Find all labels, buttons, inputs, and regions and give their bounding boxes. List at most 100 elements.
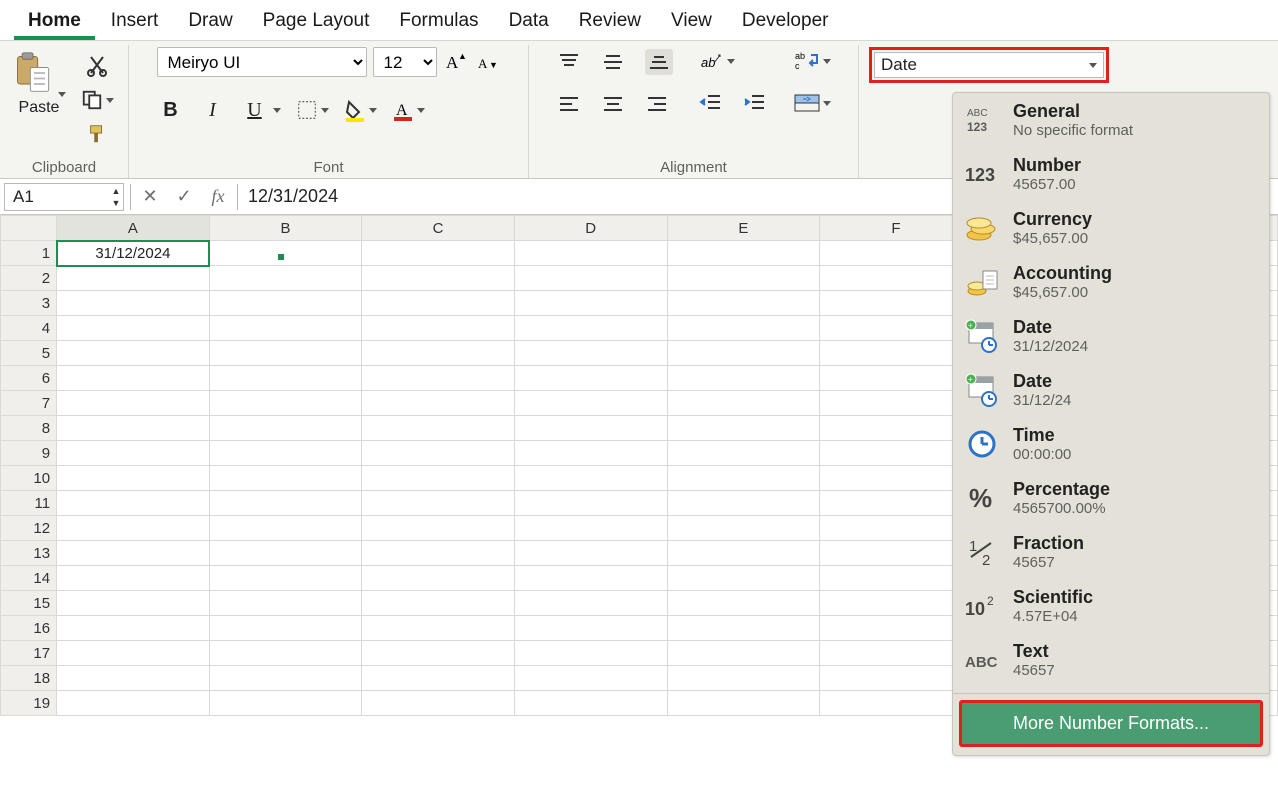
tab-view[interactable]: View xyxy=(657,8,726,40)
cell-A10[interactable] xyxy=(57,466,210,491)
borders-button[interactable] xyxy=(295,99,329,121)
col-header-B[interactable]: B xyxy=(209,216,362,241)
cell-B12[interactable] xyxy=(209,516,362,541)
nf-item-date-5[interactable]: + Date 31/12/24 xyxy=(953,363,1269,417)
cell-B5[interactable] xyxy=(209,341,362,366)
cell-E12[interactable] xyxy=(667,516,820,541)
cell-C14[interactable] xyxy=(362,566,515,591)
cell-F14[interactable] xyxy=(820,566,973,591)
row-header-17[interactable]: 17 xyxy=(1,641,57,666)
nf-item-number-1[interactable]: 123 Number 45657.00 xyxy=(953,147,1269,201)
cell-F2[interactable] xyxy=(820,266,973,291)
row-header-11[interactable]: 11 xyxy=(1,491,57,516)
cell-E15[interactable] xyxy=(667,591,820,616)
cell-C13[interactable] xyxy=(362,541,515,566)
cell-F13[interactable] xyxy=(820,541,973,566)
cell-A4[interactable] xyxy=(57,316,210,341)
row-header-10[interactable]: 10 xyxy=(1,466,57,491)
nf-item-time-6[interactable]: Time 00:00:00 xyxy=(953,417,1269,471)
font-color-button[interactable]: A xyxy=(391,98,425,122)
row-header-7[interactable]: 7 xyxy=(1,391,57,416)
row-header-2[interactable]: 2 xyxy=(1,266,57,291)
row-header-15[interactable]: 15 xyxy=(1,591,57,616)
cell-B9[interactable] xyxy=(209,441,362,466)
col-header-A[interactable]: A xyxy=(57,216,210,241)
format-painter-button[interactable] xyxy=(76,119,118,149)
cell-C11[interactable] xyxy=(362,491,515,516)
align-bottom-button[interactable] xyxy=(645,49,673,75)
cell-A13[interactable] xyxy=(57,541,210,566)
nf-item-percentage-7[interactable]: % Percentage 4565700.00% xyxy=(953,471,1269,525)
row-header-13[interactable]: 13 xyxy=(1,541,57,566)
cell-F4[interactable] xyxy=(820,316,973,341)
cell-B16[interactable] xyxy=(209,616,362,641)
cell-D10[interactable] xyxy=(514,466,667,491)
underline-button[interactable]: U xyxy=(241,97,269,123)
align-top-button[interactable] xyxy=(557,51,581,73)
cell-E19[interactable] xyxy=(667,691,820,716)
cell-C19[interactable] xyxy=(362,691,515,716)
cell-E3[interactable] xyxy=(667,291,820,316)
cell-B15[interactable] xyxy=(209,591,362,616)
cell-C5[interactable] xyxy=(362,341,515,366)
nf-item-date-4[interactable]: + Date 31/12/2024 xyxy=(953,309,1269,363)
cell-A1[interactable]: 31/12/2024 xyxy=(57,241,210,266)
cell-F12[interactable] xyxy=(820,516,973,541)
cell-D7[interactable] xyxy=(514,391,667,416)
nf-item-scientific-9[interactable]: 102 Scientific 4.57E+04 xyxy=(953,579,1269,633)
cell-A12[interactable] xyxy=(57,516,210,541)
cell-B7[interactable] xyxy=(209,391,362,416)
cell-B1[interactable] xyxy=(209,241,362,266)
cell-D19[interactable] xyxy=(514,691,667,716)
cell-C1[interactable] xyxy=(362,241,515,266)
cell-A8[interactable] xyxy=(57,416,210,441)
nf-item-text-10[interactable]: ABC Text 45657 xyxy=(953,633,1269,687)
cell-E10[interactable] xyxy=(667,466,820,491)
cell-D12[interactable] xyxy=(514,516,667,541)
cell-C6[interactable] xyxy=(362,366,515,391)
cell-A19[interactable] xyxy=(57,691,210,716)
cancel-formula-button[interactable]: ✕ xyxy=(133,186,167,207)
cell-F1[interactable] xyxy=(820,241,973,266)
cell-F3[interactable] xyxy=(820,291,973,316)
tab-formulas[interactable]: Formulas xyxy=(385,8,492,40)
cell-D16[interactable] xyxy=(514,616,667,641)
cell-D4[interactable] xyxy=(514,316,667,341)
bold-button[interactable]: B xyxy=(157,97,185,123)
tab-insert[interactable]: Insert xyxy=(97,8,173,40)
cell-C2[interactable] xyxy=(362,266,515,291)
nf-item-fraction-8[interactable]: 12 Fraction 45657 xyxy=(953,525,1269,579)
cell-B10[interactable] xyxy=(209,466,362,491)
align-left-button[interactable] xyxy=(557,93,581,115)
row-header-9[interactable]: 9 xyxy=(1,441,57,466)
row-header-8[interactable]: 8 xyxy=(1,416,57,441)
cell-C7[interactable] xyxy=(362,391,515,416)
cell-E14[interactable] xyxy=(667,566,820,591)
cell-C18[interactable] xyxy=(362,666,515,691)
fx-button[interactable]: fx xyxy=(201,186,235,207)
cell-E8[interactable] xyxy=(667,416,820,441)
select-all-corner[interactable] xyxy=(1,216,57,241)
row-header-6[interactable]: 6 xyxy=(1,366,57,391)
cell-F8[interactable] xyxy=(820,416,973,441)
cell-E4[interactable] xyxy=(667,316,820,341)
font-size-select[interactable]: 12 xyxy=(373,47,437,77)
cell-A18[interactable] xyxy=(57,666,210,691)
cell-F15[interactable] xyxy=(820,591,973,616)
cell-B18[interactable] xyxy=(209,666,362,691)
align-right-button[interactable] xyxy=(645,93,669,115)
cell-B3[interactable] xyxy=(209,291,362,316)
decrease-font-size-button[interactable]: A▼ xyxy=(475,50,501,74)
cell-E1[interactable] xyxy=(667,241,820,266)
row-header-5[interactable]: 5 xyxy=(1,341,57,366)
cell-D14[interactable] xyxy=(514,566,667,591)
cell-D13[interactable] xyxy=(514,541,667,566)
cell-B11[interactable] xyxy=(209,491,362,516)
cell-D5[interactable] xyxy=(514,341,667,366)
row-header-1[interactable]: 1 xyxy=(1,241,57,266)
cell-D15[interactable] xyxy=(514,591,667,616)
cell-B4[interactable] xyxy=(209,316,362,341)
cell-B2[interactable] xyxy=(209,266,362,291)
cell-C4[interactable] xyxy=(362,316,515,341)
cell-B6[interactable] xyxy=(209,366,362,391)
